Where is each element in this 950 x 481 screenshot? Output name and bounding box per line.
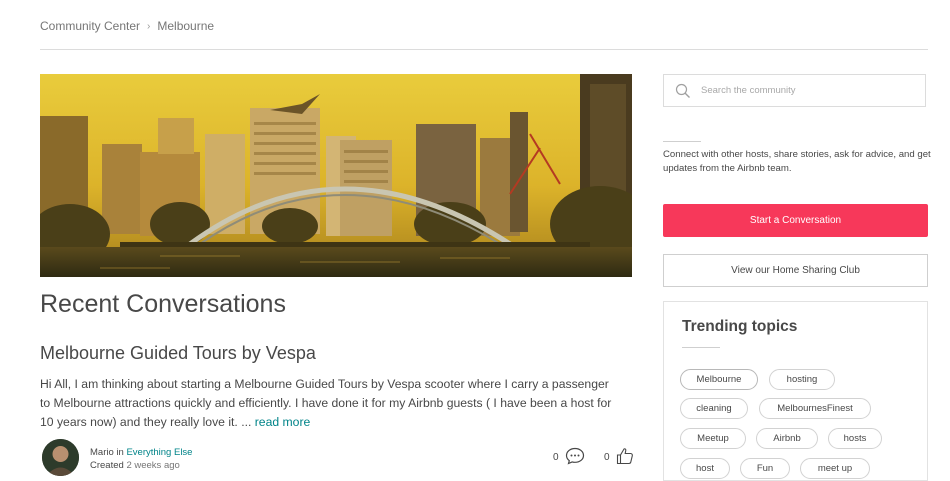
comment-icon (565, 447, 585, 468)
category-link[interactable]: Everything Else (126, 447, 192, 458)
author-name[interactable]: Mario (90, 447, 114, 458)
tag-hosts[interactable]: hosts (828, 428, 882, 449)
post-excerpt-text: Hi All, I am thinking about starting a M… (40, 377, 612, 429)
tag-fun[interactable]: Fun (740, 458, 790, 479)
comment-count[interactable]: 0 (553, 447, 585, 468)
tag-melbourne[interactable]: Melbourne (680, 369, 758, 390)
home-sharing-club-button[interactable]: View our Home Sharing Club (663, 254, 928, 287)
like-button[interactable]: 0 (604, 447, 634, 468)
start-conversation-button[interactable]: Start a Conversation (663, 204, 928, 237)
breadcrumb-community-center[interactable]: Community Center (40, 19, 140, 33)
tag-hosting[interactable]: hosting (769, 369, 835, 390)
trending-topics-panel: Trending topics Melbourne hosting cleani… (663, 301, 928, 481)
divider (663, 141, 701, 142)
post-meta: Mario in Everything Else Created 2 weeks… (90, 446, 192, 472)
tag-meetup[interactable]: Meetup (680, 428, 746, 449)
connect-description: Connect with other hosts, share stories,… (663, 149, 931, 174)
header-divider (40, 49, 928, 50)
post-title[interactable]: Melbourne Guided Tours by Vespa (40, 343, 316, 364)
tag-cleaning[interactable]: cleaning (680, 398, 748, 419)
created-label: Created (90, 460, 124, 471)
created-time: 2 weeks ago (126, 460, 180, 471)
search-box[interactable] (663, 74, 926, 107)
breadcrumb: Community Center › Melbourne (40, 19, 214, 33)
like-count-value: 0 (604, 452, 610, 463)
search-icon (675, 83, 690, 98)
trending-title: Trending topics (682, 318, 798, 335)
read-more-link[interactable]: read more (255, 415, 311, 429)
comment-count-value: 0 (553, 452, 559, 463)
tag-melbournesfinest[interactable]: MelbournesFinest (759, 398, 871, 419)
thumbs-up-icon (616, 447, 634, 468)
search-input[interactable] (699, 84, 913, 97)
post-excerpt: Hi All, I am thinking about starting a M… (40, 375, 615, 432)
tag-host[interactable]: host (680, 458, 730, 479)
avatar[interactable] (42, 439, 79, 476)
section-title: Recent Conversations (40, 290, 286, 318)
in-label: in (116, 447, 124, 458)
chevron-right-icon: › (147, 20, 151, 32)
tag-meet-up[interactable]: meet up (800, 458, 870, 479)
hero-image (40, 74, 632, 277)
divider (682, 347, 720, 348)
tag-airbnb[interactable]: Airbnb (756, 428, 818, 449)
breadcrumb-melbourne[interactable]: Melbourne (157, 19, 214, 33)
